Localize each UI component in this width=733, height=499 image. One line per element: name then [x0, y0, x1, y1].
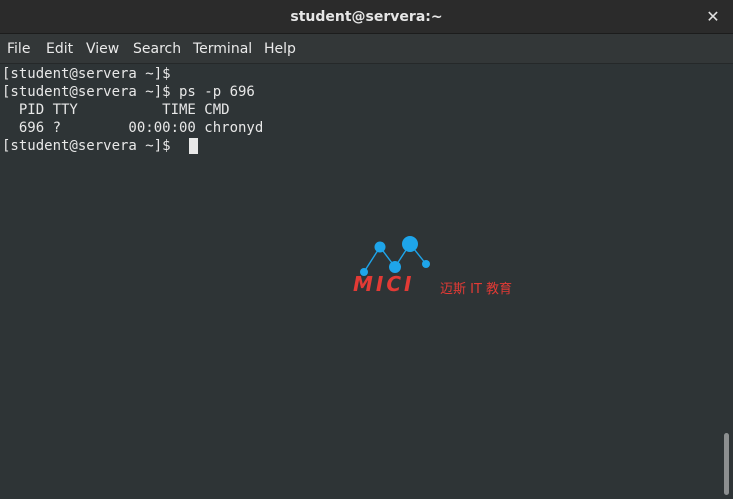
network-dots-icon: [360, 236, 430, 276]
menu-terminal[interactable]: Terminal: [193, 34, 252, 64]
terminal-line: 696 ? 00:00:00 chronyd: [2, 120, 264, 136]
menu-bar: File Edit View Search Terminal Help: [0, 34, 733, 64]
terminal-line: [student@servera ~]$: [2, 66, 171, 82]
watermark-logo: MICI 迈斯 IT 教育: [350, 232, 530, 298]
watermark-brand: MICI: [353, 272, 415, 296]
terminal-line: PID TTY TIME CMD: [2, 102, 230, 118]
terminal-line: [student@servera ~]$ ps -p 696: [2, 84, 255, 100]
menu-help[interactable]: Help: [264, 34, 296, 64]
terminal-output[interactable]: [student@servera ~]$ [student@servera ~]…: [0, 64, 720, 499]
text-cursor: [189, 138, 198, 154]
window-title: student@servera:~: [290, 9, 443, 25]
vertical-scrollbar[interactable]: [720, 64, 733, 499]
terminal-prompt: [student@servera ~]$: [2, 138, 180, 154]
scrollbar-thumb[interactable]: [724, 433, 729, 495]
menu-search[interactable]: Search: [133, 34, 181, 64]
watermark-subtitle: 迈斯 IT 教育: [440, 282, 513, 297]
menu-view[interactable]: View: [86, 34, 119, 64]
close-icon[interactable]: ✕: [703, 7, 723, 27]
menu-edit[interactable]: Edit: [46, 34, 73, 64]
menu-file[interactable]: File: [7, 34, 30, 64]
title-bar: student@servera:~ ✕: [0, 0, 733, 34]
